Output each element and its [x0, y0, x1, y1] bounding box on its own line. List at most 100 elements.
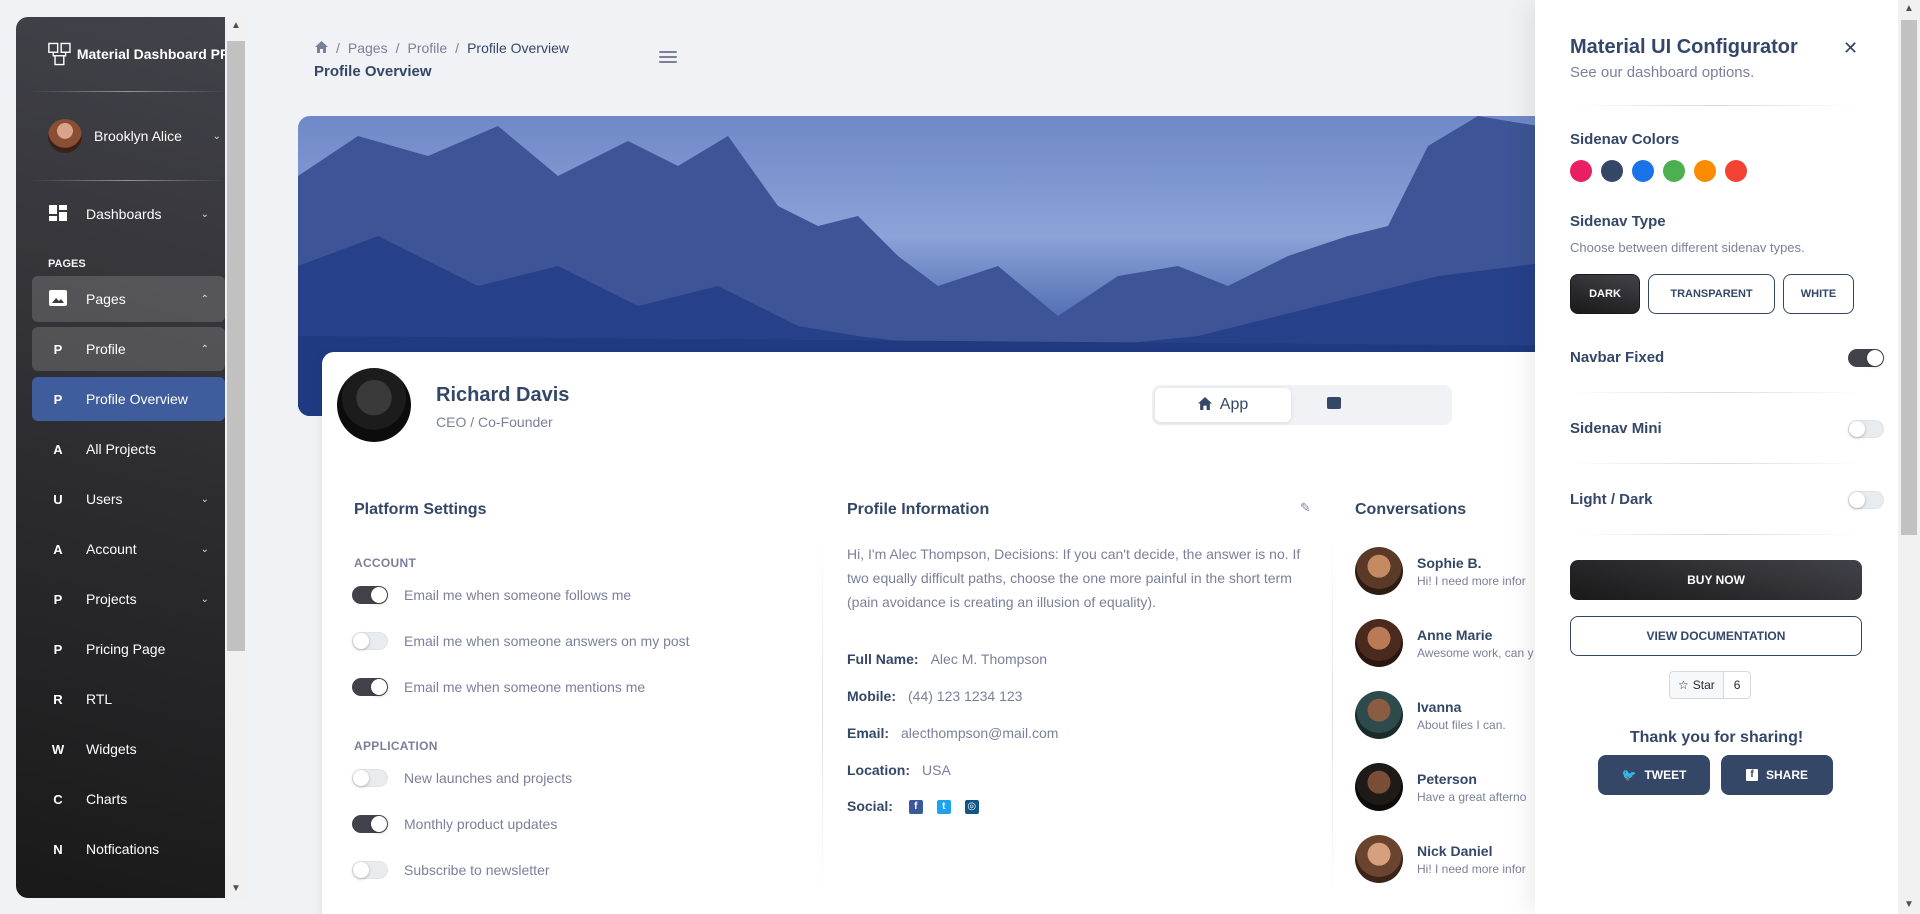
- setting-product-updates[interactable]: Monthly product updates: [352, 815, 557, 833]
- scrollbar-thumb[interactable]: [227, 41, 245, 651]
- sidenav: Material Dashboard PRO Brooklyn Alice ⌄ …: [16, 17, 241, 898]
- image-icon: [48, 289, 68, 309]
- sidebar-item-profile-overview[interactable]: P Profile Overview: [32, 377, 225, 421]
- star-icon: ☆: [1678, 678, 1689, 692]
- info-key: Social:: [847, 798, 893, 814]
- conversation-item[interactable]: Sophie B. Hi! I need more infor: [1355, 547, 1526, 595]
- buy-now-button[interactable]: BUY NOW: [1570, 560, 1862, 600]
- conversation-item[interactable]: Ivanna About files I can.: [1355, 691, 1506, 739]
- sidebar-item-all-projects[interactable]: A All Projects: [32, 427, 225, 471]
- sidebar-item-users[interactable]: U Users ⌄: [32, 477, 225, 521]
- sidebar-item-pages[interactable]: Pages ⌃: [32, 276, 225, 322]
- light-dark-toggle[interactable]: [1848, 491, 1884, 509]
- color-swatch-dark[interactable]: [1601, 160, 1623, 182]
- setting-follows[interactable]: Email me when someone follows me: [352, 586, 631, 604]
- toggle-switch[interactable]: [352, 815, 388, 833]
- configurator-title: Material UI Configurator: [1570, 36, 1798, 58]
- breadcrumb-pages[interactable]: Pages: [348, 40, 388, 56]
- color-swatch-blue[interactable]: [1632, 160, 1654, 182]
- message-icon[interactable]: [1327, 396, 1341, 412]
- sidebar-item-charts[interactable]: C Charts: [32, 777, 225, 821]
- sidenav-type-buttons: DARK TRANSPARENT WHITE: [1570, 274, 1854, 314]
- share-button[interactable]: f SHARE: [1721, 755, 1833, 795]
- sidebar-item-profile[interactable]: P Profile ⌃: [32, 327, 225, 371]
- divider: [32, 180, 225, 181]
- setting-answers[interactable]: Email me when someone answers on my post: [352, 632, 690, 650]
- tab-app[interactable]: App: [1155, 388, 1291, 422]
- scroll-up-arrow-icon[interactable]: ▲: [1898, 0, 1920, 18]
- sidebar-item-label: Notfications: [86, 841, 160, 857]
- setting-mentions[interactable]: Email me when someone mentions me: [352, 678, 645, 696]
- toggle-switch[interactable]: [352, 586, 388, 604]
- user-menu[interactable]: Brooklyn Alice ⌄: [16, 92, 241, 180]
- rtl-letter-icon: R: [53, 691, 63, 707]
- scroll-up-arrow-icon[interactable]: ▲: [225, 17, 247, 35]
- account-letter-icon: A: [53, 541, 63, 557]
- user-name: Brooklyn Alice: [94, 128, 182, 144]
- edit-pencil-icon[interactable]: ✎: [1300, 500, 1311, 516]
- sidenav-type-transparent-button[interactable]: TRANSPARENT: [1648, 274, 1775, 314]
- home-icon[interactable]: [315, 40, 328, 56]
- close-icon[interactable]: ✕: [1843, 38, 1858, 59]
- toggle-switch[interactable]: [352, 861, 388, 879]
- sidebar-item-rtl[interactable]: R RTL: [32, 677, 225, 721]
- setting-launches[interactable]: New launches and projects: [352, 769, 572, 787]
- scroll-down-arrow-icon[interactable]: ▼: [225, 880, 247, 898]
- info-location: Location: USA: [847, 762, 951, 778]
- view-documentation-button[interactable]: VIEW DOCUMENTATION: [1570, 616, 1862, 656]
- info-value: alecthompson@mail.com: [901, 725, 1059, 741]
- scroll-down-arrow-icon[interactable]: ▼: [1898, 896, 1920, 914]
- divider: [1570, 534, 1862, 535]
- chevron-down-icon: ⌄: [200, 593, 209, 605]
- sidebar-item-label: Projects: [86, 591, 137, 607]
- charts-letter-icon: C: [53, 791, 63, 807]
- avatar: [337, 368, 411, 442]
- info-mobile: Mobile: (44) 123 1234 123: [847, 688, 1022, 704]
- sidebar-item-dashboards[interactable]: Dashboards ⌄: [32, 191, 225, 237]
- color-swatch-green[interactable]: [1663, 160, 1685, 182]
- setting-newsletter[interactable]: Subscribe to newsletter: [352, 861, 550, 879]
- toggle-switch[interactable]: [352, 632, 388, 650]
- scrollbar-thumb[interactable]: [1901, 20, 1917, 535]
- instagram-icon[interactable]: ◎: [964, 800, 979, 815]
- navbar-fixed-toggle[interactable]: [1848, 349, 1884, 367]
- color-swatch-orange[interactable]: [1694, 160, 1716, 182]
- sidenav-type-dark-button[interactable]: DARK: [1570, 274, 1640, 314]
- github-star-button[interactable]: ☆ Star 6: [1669, 671, 1752, 699]
- conversation-item[interactable]: Anne Marie Awesome work, can y: [1355, 619, 1534, 667]
- sidebar-item-account[interactable]: A Account ⌄: [32, 527, 225, 571]
- sidenav-type-white-button[interactable]: WHITE: [1783, 274, 1854, 314]
- sidebar-item-pricing-page[interactable]: P Pricing Page: [32, 627, 225, 671]
- menu-icon[interactable]: [659, 51, 677, 66]
- info-key: Full Name:: [847, 651, 919, 667]
- breadcrumb-profile[interactable]: Profile: [407, 40, 447, 56]
- sidebar-item-projects[interactable]: P Projects ⌄: [32, 577, 225, 621]
- tweet-button[interactable]: 🐦 TWEET: [1598, 755, 1710, 795]
- avatar: [1355, 691, 1403, 739]
- application-label: APPLICATION: [354, 739, 438, 753]
- conversation-item[interactable]: Nick Daniel Hi! I need more infor: [1355, 835, 1526, 883]
- info-value: USA: [922, 762, 951, 778]
- setting-label: New launches and projects: [404, 770, 573, 786]
- star-count: 6: [1723, 672, 1751, 698]
- twitter-icon[interactable]: t: [936, 800, 951, 815]
- thanks-text: Thank you for sharing!: [1629, 729, 1804, 746]
- toggle-switch[interactable]: [352, 678, 388, 696]
- section-label: PAGES: [48, 258, 86, 270]
- color-swatch-pink[interactable]: [1570, 160, 1592, 182]
- share-label: SHARE: [1765, 768, 1808, 782]
- sidebar-item-label: Users: [86, 491, 123, 507]
- sidenav-mini-toggle[interactable]: [1848, 420, 1884, 438]
- facebook-icon[interactable]: f: [908, 800, 923, 815]
- dashboard-icon: [48, 204, 68, 224]
- sidebar-scrollbar[interactable]: ▲ ▼: [225, 17, 247, 898]
- color-swatch-red[interactable]: [1725, 160, 1747, 182]
- brand[interactable]: Material Dashboard PRO: [16, 17, 241, 91]
- conversation-item[interactable]: Peterson Have a great afterno: [1355, 763, 1526, 811]
- info-key: Email:: [847, 725, 890, 741]
- profile-card: Richard Davis CEO / Co-Founder App Platf…: [322, 352, 1622, 914]
- sidebar-item-notifications[interactable]: N Notfications: [32, 827, 225, 871]
- page-scrollbar[interactable]: ▲ ▼: [1898, 0, 1920, 914]
- toggle-switch[interactable]: [352, 769, 388, 787]
- sidebar-item-widgets[interactable]: W Widgets: [32, 727, 225, 771]
